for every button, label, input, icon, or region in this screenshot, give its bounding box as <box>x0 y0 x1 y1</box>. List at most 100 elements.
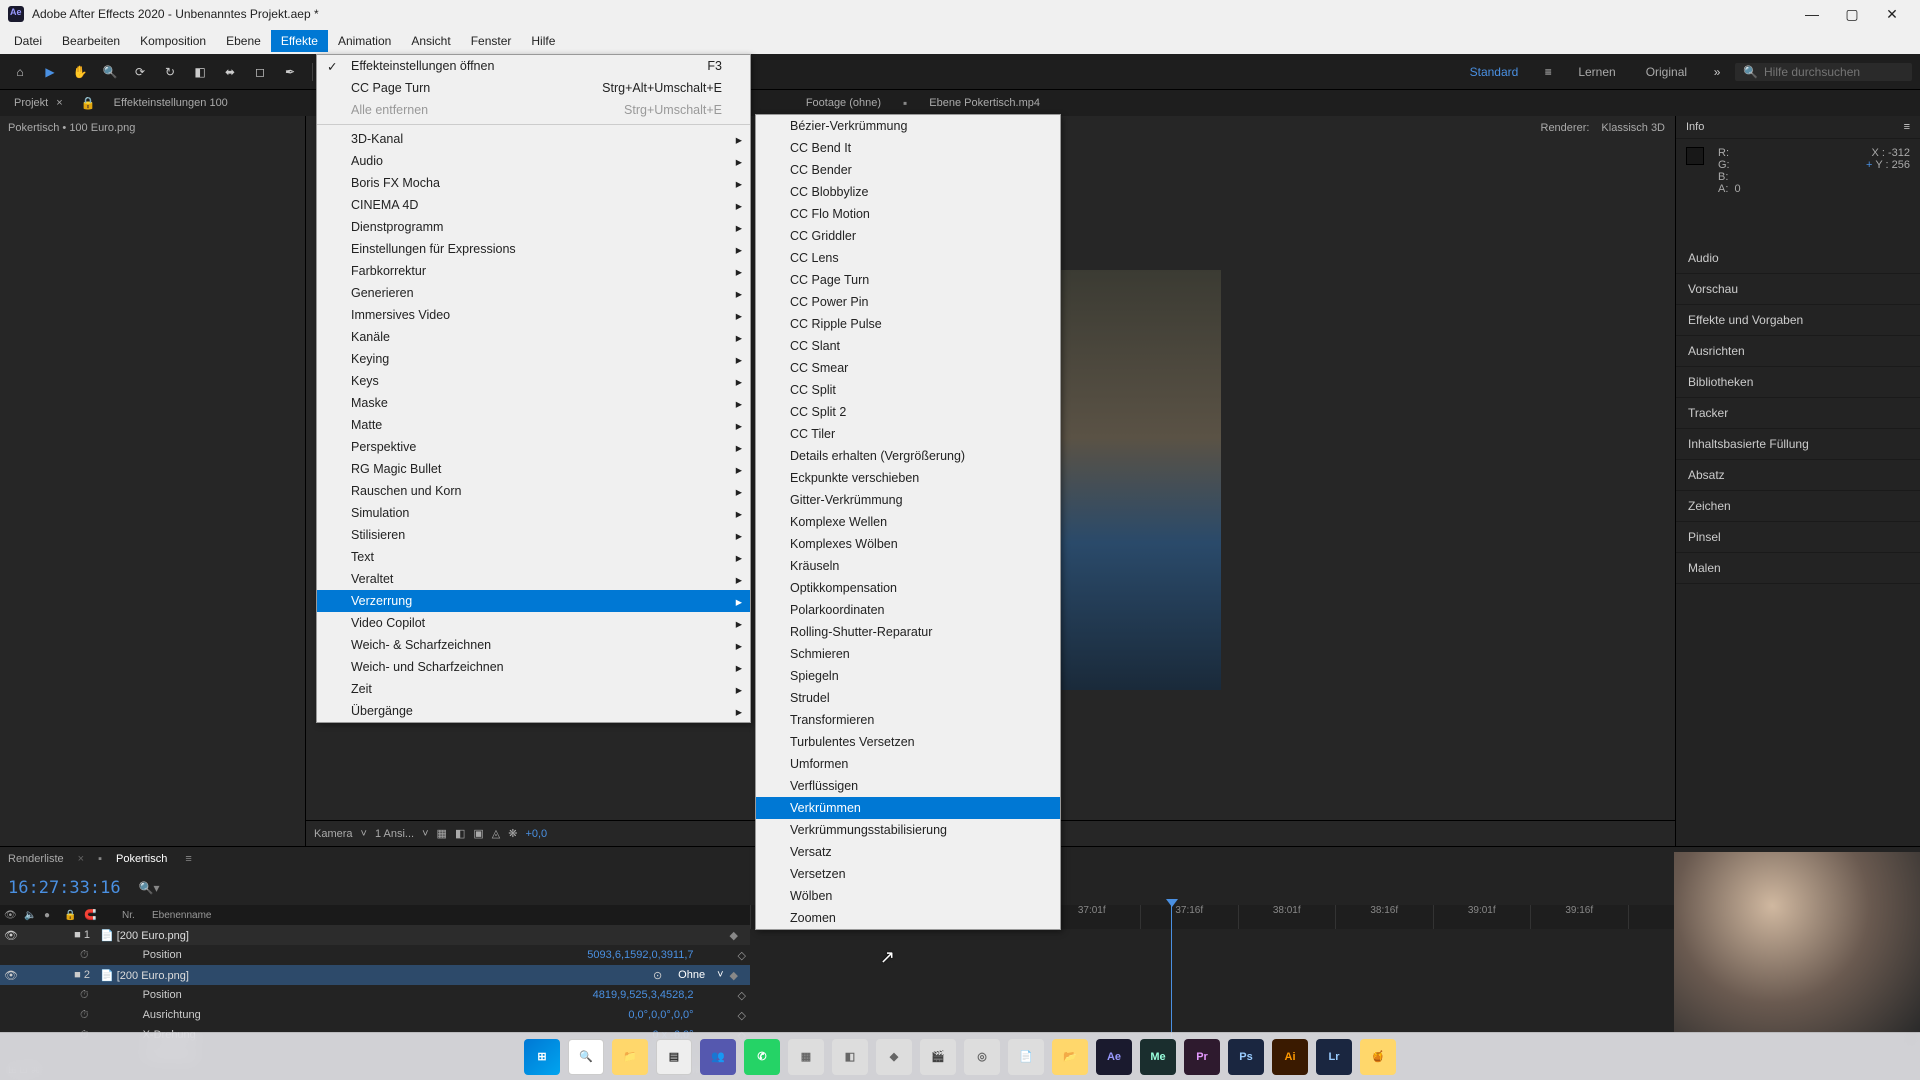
whatsapp-icon[interactable]: ✆ <box>744 1039 780 1075</box>
chevron-down-icon[interactable]: ˅ <box>361 828 367 840</box>
menu-last-effect[interactable]: CC Page TurnStrg+Alt+Umschalt+E <box>317 77 750 99</box>
effect-category-item[interactable]: Generieren▸ <box>317 282 750 304</box>
menu-komposition[interactable]: Komposition <box>130 30 216 52</box>
minimize-button[interactable]: — <box>1792 1 1832 27</box>
distort-effect-item[interactable]: Wölben <box>756 885 1060 907</box>
distort-effect-item[interactable]: Umformen <box>756 753 1060 775</box>
distort-effect-item[interactable]: Verkrümmen <box>756 797 1060 819</box>
distort-effect-item[interactable]: CC Power Pin <box>756 291 1060 313</box>
panel-item[interactable]: Ausrichten <box>1676 336 1920 367</box>
tab-renderliste[interactable]: Renderliste <box>8 853 64 865</box>
after-effects-icon[interactable]: Ae <box>1096 1039 1132 1075</box>
home-icon[interactable]: ⌂ <box>8 60 32 84</box>
menu-ebene[interactable]: Ebene <box>216 30 271 52</box>
distort-effect-item[interactable]: Komplexe Wellen <box>756 511 1060 533</box>
distort-effect-item[interactable]: Transformieren <box>756 709 1060 731</box>
task-view-icon[interactable]: ▤ <box>656 1039 692 1075</box>
distort-effect-item[interactable]: Schmieren <box>756 643 1060 665</box>
effect-category-item[interactable]: Video Copilot▸ <box>317 612 750 634</box>
effect-category-item[interactable]: Weich- & Scharfzeichnen▸ <box>317 634 750 656</box>
distort-effect-item[interactable]: Verflüssigen <box>756 775 1060 797</box>
menu-bearbeiten[interactable]: Bearbeiten <box>52 30 130 52</box>
effect-category-item[interactable]: Farbkorrektur▸ <box>317 260 750 282</box>
tab-menu-icon[interactable]: ≡ <box>185 853 191 865</box>
panel-item[interactable]: Absatz <box>1676 460 1920 491</box>
shape-tool-icon[interactable]: ◻ <box>248 60 272 84</box>
timecode[interactable]: 16:27:33:16 <box>8 878 121 898</box>
effect-category-item[interactable]: 3D-Kanal▸ <box>317 128 750 150</box>
property-value[interactable]: 0,0°,0,0°,0,0° <box>628 1009 723 1021</box>
tab-projekt[interactable]: Projekt× <box>0 93 77 113</box>
taskbar-search-icon[interactable]: 🔍 <box>568 1039 604 1075</box>
effect-category-item[interactable]: Übergänge▸ <box>317 700 750 722</box>
effect-category-item[interactable]: CINEMA 4D▸ <box>317 194 750 216</box>
property-row[interactable]: ⏱Position5093,6,1592,0,3911,7◇ <box>0 945 750 965</box>
distort-effect-item[interactable]: Turbulentes Versetzen <box>756 731 1060 753</box>
zoom-tool-icon[interactable]: 🔍 <box>98 60 122 84</box>
distort-effect-item[interactable]: Strudel <box>756 687 1060 709</box>
eye-icon[interactable]: 👁 <box>4 969 18 982</box>
distort-effect-item[interactable]: Rolling-Shutter-Reparatur <box>756 621 1060 643</box>
effect-category-item[interactable]: Stilisieren▸ <box>317 524 750 546</box>
effect-category-item[interactable]: Audio▸ <box>317 150 750 172</box>
grid-icon[interactable]: ▦ <box>437 827 447 840</box>
workspace-menu-icon[interactable]: ≡ <box>1536 60 1560 84</box>
effect-category-item[interactable]: Verzerrung▸ <box>317 590 750 612</box>
folder-icon[interactable]: 📂 <box>1052 1039 1088 1075</box>
help-search-input[interactable] <box>1764 65 1904 79</box>
tab-pokertisch[interactable]: Pokertisch <box>116 853 167 865</box>
distort-submenu[interactable]: Bézier-VerkrümmungCC Bend ItCC BenderCC … <box>755 114 1061 930</box>
distort-effect-item[interactable]: Polarkoordinaten <box>756 599 1060 621</box>
effect-category-item[interactable]: Boris FX Mocha▸ <box>317 172 750 194</box>
panel-item[interactable]: Audio <box>1676 243 1920 274</box>
effect-category-item[interactable]: Zeit▸ <box>317 678 750 700</box>
effect-category-item[interactable]: Dienstprogramm▸ <box>317 216 750 238</box>
distort-effect-item[interactable]: Kräuseln <box>756 555 1060 577</box>
app-icon[interactable]: 🎬 <box>920 1039 956 1075</box>
menu-remove-all[interactable]: Alle entfernenStrg+Umschalt+E <box>317 99 750 121</box>
photoshop-icon[interactable]: Ps <box>1228 1039 1264 1075</box>
tab-effekteinstellungen[interactable]: Effekteinstellungen 100 <box>100 93 242 113</box>
property-value[interactable]: 4819,9,525,3,4528,2 <box>593 989 724 1001</box>
effect-category-item[interactable]: Rauschen und Korn▸ <box>317 480 750 502</box>
keyframe-diamond-icon[interactable]: ◆ <box>730 969 746 982</box>
effect-category-item[interactable]: Keys▸ <box>317 370 750 392</box>
keyframe-nav-icon[interactable]: ◇ <box>738 989 746 1002</box>
stopwatch-icon[interactable]: ⏱ <box>80 1009 89 1022</box>
effect-category-item[interactable]: Einstellungen für Expressions▸ <box>317 238 750 260</box>
pan-behind-tool-icon[interactable]: ⬌ <box>218 60 242 84</box>
effect-category-item[interactable]: Veraltet▸ <box>317 568 750 590</box>
distort-effect-item[interactable]: Verkrümmungsstabilisierung <box>756 819 1060 841</box>
distort-effect-item[interactable]: CC Ripple Pulse <box>756 313 1060 335</box>
distort-effect-item[interactable]: Optikkompensation <box>756 577 1060 599</box>
lock-icon[interactable]: 🔒 <box>81 96 96 110</box>
app-icon[interactable]: ◎ <box>964 1039 1000 1075</box>
file-explorer-icon[interactable]: 📁 <box>612 1039 648 1075</box>
panel-item[interactable]: Bibliotheken <box>1676 367 1920 398</box>
distort-effect-item[interactable]: CC Slant <box>756 335 1060 357</box>
stopwatch-icon[interactable]: ⏱ <box>80 989 89 1002</box>
effects-menu-dropdown[interactable]: ✓Effekteinstellungen öffnenF3 CC Page Tu… <box>316 54 751 723</box>
distort-effect-item[interactable]: Gitter-Verkrümmung <box>756 489 1060 511</box>
panel-item[interactable]: Zeichen <box>1676 491 1920 522</box>
tab-ebene[interactable]: Ebene Pokertisch.mp4 <box>915 93 1054 113</box>
help-search[interactable]: 🔍 <box>1735 63 1912 81</box>
orbit-tool-icon[interactable]: ⟳ <box>128 60 152 84</box>
chevron-down-icon[interactable]: ˅ <box>422 828 428 840</box>
stopwatch-icon[interactable]: ⏱ <box>80 949 89 962</box>
property-row[interactable]: ⏱Position4819,9,525,3,4528,2◇ <box>0 985 750 1005</box>
distort-effect-item[interactable]: CC Bend It <box>756 137 1060 159</box>
distort-effect-item[interactable]: CC Bender <box>756 159 1060 181</box>
distort-effect-item[interactable]: Spiegeln <box>756 665 1060 687</box>
hand-tool-icon[interactable]: ✋ <box>68 60 92 84</box>
property-row[interactable]: ⏱Ausrichtung0,0°,0,0°,0,0°◇ <box>0 1005 750 1025</box>
teams-icon[interactable]: 👥 <box>700 1039 736 1075</box>
renderer-value[interactable]: Klassisch 3D <box>1601 122 1665 134</box>
menu-fenster[interactable]: Fenster <box>461 30 522 52</box>
menu-effekte[interactable]: Effekte <box>271 30 328 52</box>
panel-item[interactable]: Tracker <box>1676 398 1920 429</box>
panel-menu-icon[interactable]: ≡ <box>1904 121 1910 133</box>
keyframe-diamond-icon[interactable]: ◆ <box>730 929 746 942</box>
tab-footage[interactable]: Footage (ohne) <box>792 93 895 113</box>
effect-category-item[interactable]: Text▸ <box>317 546 750 568</box>
